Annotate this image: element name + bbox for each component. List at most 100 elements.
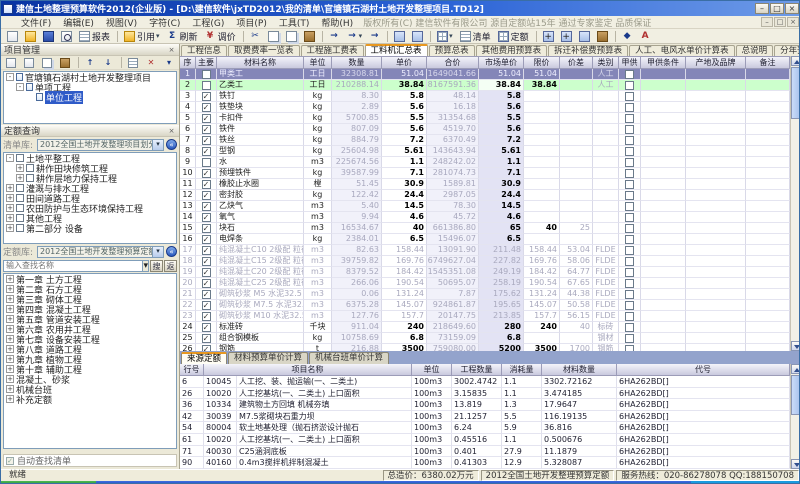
toolbar-adjust-price-button[interactable]: ¥调价	[202, 30, 239, 43]
toolbar-quota-mode-button[interactable]: 定额	[495, 30, 532, 43]
row-checkbox[interactable]	[625, 92, 634, 101]
tab-item[interactable]: 取费费率一览表	[228, 45, 300, 56]
scroll-thumb[interactable]	[791, 67, 800, 119]
table-row[interactable]: 22✓砌筑砂浆 M7.5 水泥32.5m36375.28145.07924861…	[180, 300, 790, 311]
toolbar-cut-button[interactable]: ✂	[247, 30, 264, 43]
tree-checkbox[interactable]	[16, 154, 24, 162]
row-checkbox[interactable]	[625, 169, 634, 178]
chevron-down-icon[interactable]: ▾	[143, 260, 149, 272]
row-checkbox[interactable]	[625, 279, 634, 288]
chapter-tree-item[interactable]: +补充定额	[4, 394, 176, 404]
table-row[interactable]: 9水m3225674.561.1248242.021.1	[180, 157, 790, 168]
toolbar-expand-right-button[interactable]: +	[558, 30, 575, 43]
tab-item[interactable]: 人工、电风水单价计算表	[629, 45, 735, 56]
row-checkbox[interactable]: ✓	[202, 257, 211, 266]
row-checkbox[interactable]	[625, 257, 634, 266]
tree-checkbox[interactable]	[16, 224, 24, 232]
project-copy-node-button[interactable]	[21, 56, 38, 69]
tab-item[interactable]: 其他费用预算表	[476, 45, 548, 56]
toolbar-font-color-button[interactable]: A	[637, 30, 654, 43]
tree-checkbox[interactable]	[16, 194, 24, 202]
toolbar-copy-sheet-button[interactable]	[283, 30, 300, 43]
row-checkbox[interactable]	[625, 334, 634, 343]
table-row[interactable]: 610045人工挖、装、抛运输(一、二类土)100m33002.47421.13…	[180, 376, 790, 388]
row-checkbox[interactable]	[625, 125, 634, 134]
scroll-down-icon[interactable]	[791, 459, 800, 469]
project-delete-node-button[interactable]: ✕	[143, 56, 160, 69]
row-checkbox[interactable]	[625, 235, 634, 244]
tree-checkbox[interactable]	[16, 204, 24, 212]
table-row[interactable]: 19✓纯混凝土C20 2级配 粒径40 水m38379.52184.421545…	[180, 267, 790, 278]
table-row[interactable]: 5✓卡扣件kg5700.855.531354.685.5	[180, 113, 790, 124]
row-checkbox[interactable]: ✓	[202, 290, 211, 299]
row-checkbox[interactable]: ✓	[202, 246, 211, 255]
expander-icon[interactable]: +	[6, 345, 14, 353]
toolbar-new-button[interactable]	[4, 30, 21, 43]
table-row[interactable]: 90401600.4m3搅拌机拌制混凝土100m30.4130312.95.32…	[180, 457, 790, 469]
row-checkbox[interactable]	[625, 323, 634, 332]
table-row[interactable]: 16✓电焊条kg2384.016.515496.076.5	[180, 234, 790, 245]
tab-item[interactable]: 拆迁补偿费预算表	[548, 45, 628, 56]
table-row[interactable]: 15✓块石m316534.6740661386.80654025	[180, 223, 790, 234]
toolbar-reference-button[interactable]: 引用▾	[121, 30, 163, 43]
list-library-select[interactable]: 2012全国土地开发整理项目划分 ▾	[37, 139, 164, 151]
toolbar-insert-child-button[interactable]: →▾	[344, 30, 366, 43]
expander-icon[interactable]: +	[6, 315, 14, 323]
project-add-node-button[interactable]	[3, 56, 20, 69]
row-checkbox[interactable]	[202, 70, 211, 79]
expander-icon[interactable]: +	[6, 375, 14, 383]
menu-item[interactable]: 工具(T)	[273, 16, 316, 29]
main-table-scrollbar[interactable]	[790, 56, 800, 351]
menu-item[interactable]: 字符(C)	[143, 16, 186, 29]
toolbar-insert-row-button[interactable]: →	[326, 30, 343, 43]
table-row[interactable]: 1甲类工工日32308.8151.041649041.6651.0451.04人…	[180, 69, 790, 80]
scroll-thumb[interactable]	[791, 375, 800, 415]
table-row[interactable]: 12✓密封胶kg122.4224.42987.0524.4	[180, 190, 790, 201]
row-checkbox[interactable]: ✓	[202, 224, 211, 233]
row-checkbox[interactable]: ✓	[202, 191, 211, 200]
expander-icon[interactable]: +	[6, 335, 14, 343]
table-row[interactable]: 5480004软土地基处理（抛石挤淤设计抛石100m36.245.936.816…	[180, 422, 790, 434]
expander-icon[interactable]: -	[6, 73, 14, 81]
table-row[interactable]: 4230039M7.5浆砌块石重力坝100m321.12575.5116.191…	[180, 411, 790, 423]
row-checkbox[interactable]	[625, 312, 634, 321]
search-input[interactable]	[3, 260, 143, 272]
collapse-button[interactable]: «	[166, 246, 177, 257]
row-checkbox[interactable]: ✓	[202, 235, 211, 244]
row-checkbox[interactable]	[625, 136, 634, 145]
menu-item[interactable]: 编辑(E)	[57, 16, 100, 29]
table-row[interactable]: 21✓砌筑砂浆 M5 水泥32.5m30.06131.247.87175.621…	[180, 289, 790, 300]
toolbar-lock-button[interactable]	[594, 30, 611, 43]
scroll-down-icon[interactable]	[791, 341, 800, 351]
expander-icon[interactable]: +	[6, 224, 14, 232]
table-row[interactable]: 6✓铁件kg807.095.64519.705.6	[180, 124, 790, 135]
expander-icon[interactable]: +	[6, 275, 14, 283]
btab-item[interactable]: 材料预算单价计算	[228, 352, 308, 364]
table-row[interactable]: 25✓组合钢模板kg10758.696.873159.096.8钢材	[180, 333, 790, 344]
table-row[interactable]: 6110020人工挖基坑(一、二类土) 上口面积100m30.455161.10…	[180, 434, 790, 446]
toolbar-split-v-button[interactable]	[409, 30, 426, 43]
expander-icon[interactable]: -	[16, 83, 24, 91]
menu-item[interactable]: 视图(V)	[100, 16, 143, 29]
row-checkbox[interactable]	[625, 213, 634, 222]
row-checkbox[interactable]: ✓	[202, 136, 211, 145]
project-more-button[interactable]: ▾	[161, 56, 178, 69]
toolbar-list-mode-button[interactable]: 清单	[457, 30, 494, 43]
scroll-up-icon[interactable]	[791, 56, 800, 66]
toolbar-paste-button[interactable]	[301, 30, 318, 43]
toolbar-refresh-button[interactable]: Σ刷新	[164, 30, 201, 43]
toolbar-copy-button[interactable]	[265, 30, 282, 43]
row-checkbox[interactable]: ✓	[202, 301, 211, 310]
quota-library-select[interactable]: 2012全国土地开发整理预算定额 ▾	[37, 246, 164, 258]
auto-find-checkbox[interactable]: ✓	[6, 457, 14, 465]
table-row[interactable]: 2610020人工挖基坑(一、二类土) 上口面积100m33.158351.13…	[180, 388, 790, 400]
toolbar-level-button[interactable]	[576, 30, 593, 43]
project-duplicate-node-button[interactable]	[39, 56, 56, 69]
window-close-button[interactable]: ×	[785, 3, 799, 14]
row-checkbox[interactable]	[625, 103, 634, 112]
tab-item[interactable]: 预算总表	[429, 45, 475, 56]
row-checkbox[interactable]	[202, 158, 211, 167]
window-restore-button[interactable]: □	[770, 3, 784, 14]
expander-icon[interactable]: +	[6, 325, 14, 333]
row-checkbox[interactable]: ✓	[202, 334, 211, 343]
